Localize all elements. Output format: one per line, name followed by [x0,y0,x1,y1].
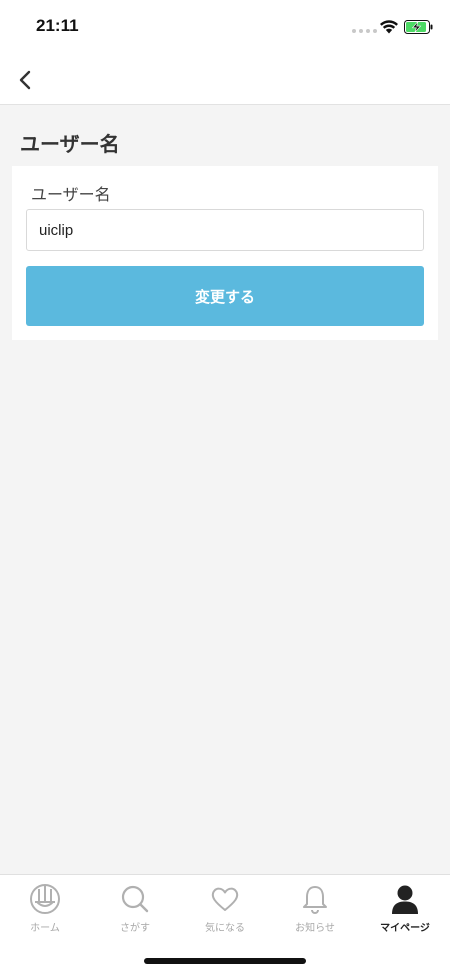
change-button[interactable]: 変更する [26,266,424,326]
battery-charging-icon [404,20,433,34]
page-title: ユーザー名 [20,132,120,156]
home-logo-icon [30,884,60,914]
tab-favorites[interactable]: 気になる [180,875,270,941]
tab-label-home: ホーム [30,923,60,934]
tab-label-search: さがす [120,923,150,934]
heart-icon [211,887,239,911]
username-input[interactable] [26,209,424,251]
search-icon [121,885,149,913]
back-button[interactable] [12,66,38,94]
status-bar: 21:11 [0,0,450,54]
status-time: 21:11 [36,16,79,35]
tab-search[interactable]: さがす [90,875,180,941]
tab-label-notifications: お知らせ [295,923,335,934]
username-field-label: ユーザー名 [31,185,111,204]
tab-label-favorites: 気になる [205,923,245,934]
username-form-card: ユーザー名 変更する [12,166,438,340]
home-indicator [144,958,306,964]
bell-icon [303,886,327,914]
wifi-icon [380,20,398,34]
navigation-bar [0,54,450,105]
signal-dots-icon [352,29,377,33]
tab-label-mypage: マイページ [380,923,430,934]
tab-notifications[interactable]: お知らせ [270,875,360,941]
tab-home[interactable]: ホーム [0,875,90,941]
person-icon [392,885,418,914]
tab-mypage[interactable]: マイページ [360,875,450,941]
